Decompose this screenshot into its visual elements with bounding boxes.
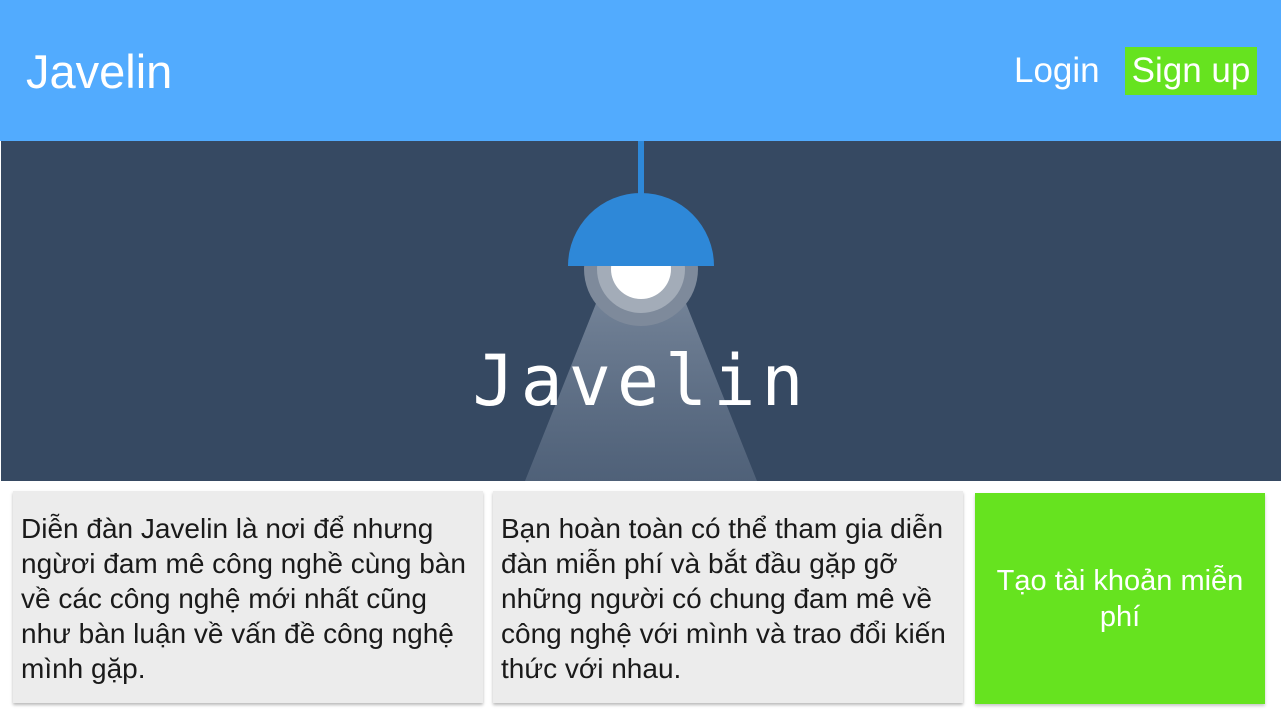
create-free-account-button[interactable]: Tạo tài khoản miễn phí bbox=[975, 493, 1265, 704]
brand-logo-text[interactable]: Javelin bbox=[26, 45, 172, 99]
lamp-icon bbox=[525, 141, 757, 481]
info-card-text: Diễn đàn Javelin là nơi để nhưng ngừơi đ… bbox=[21, 513, 466, 684]
hero-title: Javelin bbox=[472, 340, 810, 422]
cta-label: Tạo tài khoản miễn phí bbox=[996, 564, 1244, 633]
info-card-forum: Diễn đàn Javelin là nơi để nhưng ngừơi đ… bbox=[13, 491, 483, 703]
lamp-cord bbox=[638, 141, 644, 197]
info-card-text: Bạn hoàn toàn có thể tham gia diễn đàn m… bbox=[501, 513, 946, 684]
info-card-join: Bạn hoàn toàn có thể tham gia diễn đàn m… bbox=[493, 491, 963, 703]
hero-banner: Javelin bbox=[1, 141, 1281, 481]
signup-button[interactable]: Sign up bbox=[1125, 47, 1257, 95]
login-link[interactable]: Login bbox=[1014, 50, 1100, 92]
lamp-shade bbox=[568, 193, 714, 266]
top-nav-bar: Javelin Login Sign up bbox=[0, 0, 1281, 141]
